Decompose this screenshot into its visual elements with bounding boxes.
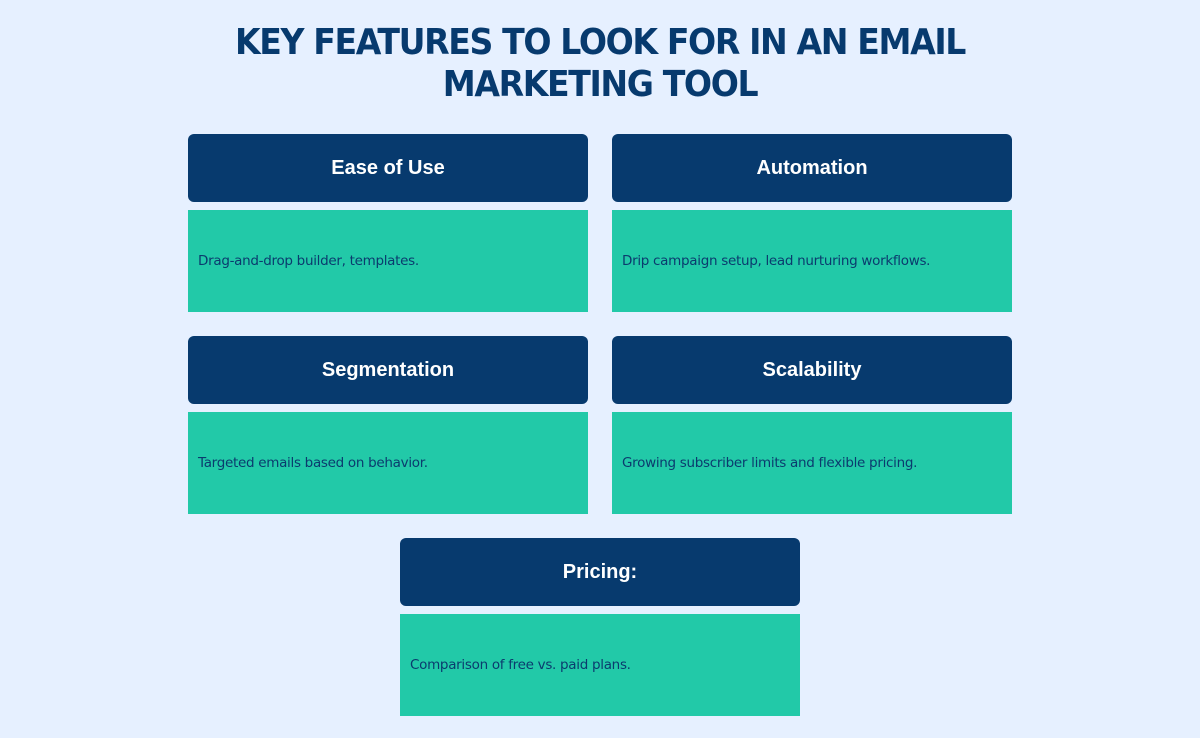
feature-card-body: Targeted emails based on behavior. (188, 412, 588, 514)
feature-card-body: Growing subscriber limits and flexible p… (612, 412, 1012, 514)
feature-title: Ease of Use (331, 156, 445, 179)
feature-card-body: Drag-and-drop builder, templates. (188, 210, 588, 312)
feature-title: Automation (756, 156, 868, 179)
feature-card-header: Scalability (612, 336, 1012, 404)
feature-card-ease-of-use: Ease of Use Drag-and-drop builder, templ… (188, 134, 588, 312)
feature-title: Segmentation (321, 358, 455, 381)
feature-card-body: Drip campaign setup, lead nurturing work… (612, 210, 1012, 312)
page-title-line-1: Key Features to Look for in an Email (234, 22, 966, 63)
page-title-line-2: Marketing Tool (442, 64, 759, 105)
page-title: Key Features to Look for in an Email Mar… (48, 22, 1152, 106)
feature-card-header: Segmentation (188, 336, 588, 404)
feature-description: Growing subscriber limits and flexible p… (622, 455, 918, 471)
feature-card-header: Pricing: (400, 538, 800, 606)
feature-card-header: Automation (612, 134, 1012, 202)
feature-card-header: Ease of Use (188, 134, 588, 202)
feature-card-automation: Automation Drip campaign setup, lead nur… (612, 134, 1012, 312)
feature-title: Scalability (762, 358, 862, 381)
feature-card-pricing: Pricing: Comparison of free vs. paid pla… (400, 538, 800, 716)
feature-card-segmentation: Segmentation Targeted emails based on be… (188, 336, 588, 514)
feature-card-scalability: Scalability Growing subscriber limits an… (612, 336, 1012, 514)
feature-description: Drag-and-drop builder, templates. (198, 253, 419, 269)
feature-description: Comparison of free vs. paid plans. (410, 657, 631, 673)
feature-title: Pricing: (562, 560, 638, 583)
feature-card-body: Comparison of free vs. paid plans. (400, 614, 800, 716)
feature-description: Drip campaign setup, lead nurturing work… (622, 253, 931, 269)
feature-description: Targeted emails based on behavior. (198, 455, 428, 471)
